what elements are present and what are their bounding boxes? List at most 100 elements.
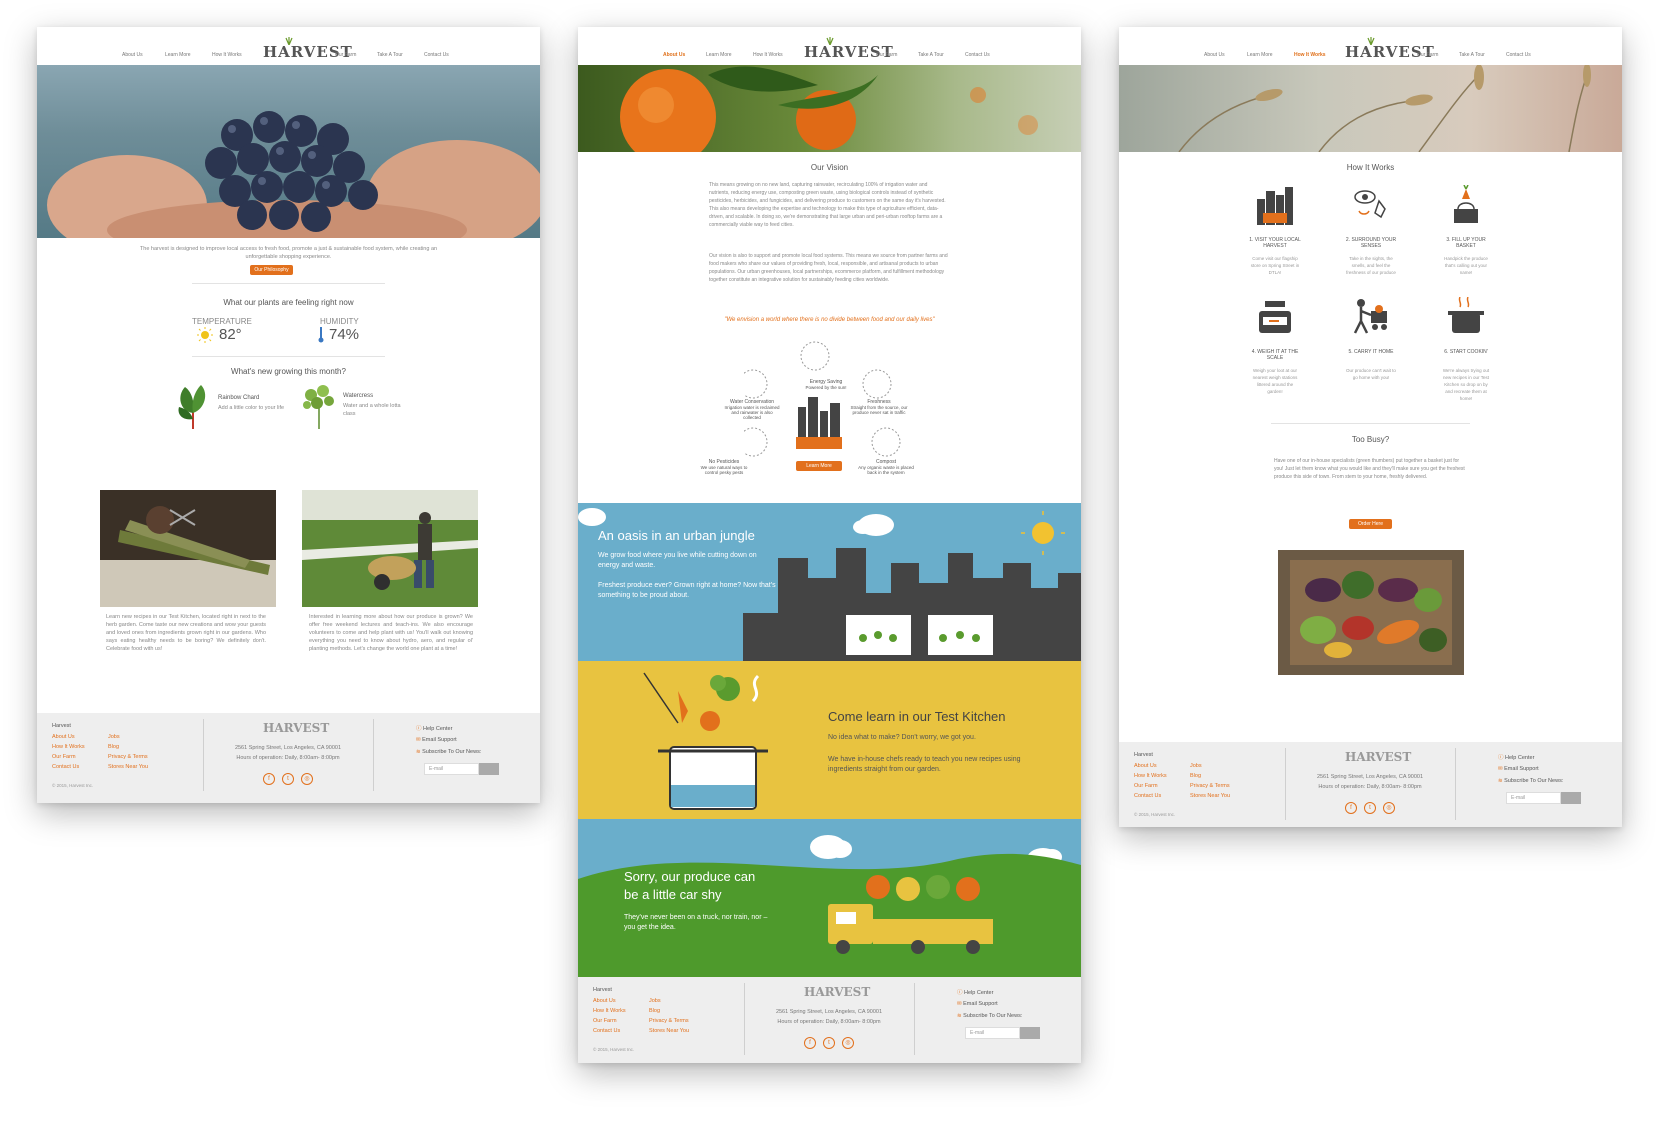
footer: Harvest About Us How It Works Our Farm C…: [1119, 742, 1622, 827]
nav-tour[interactable]: Take A Tour: [377, 52, 403, 58]
footer-link-blog[interactable]: Blog: [108, 742, 119, 752]
footer-link-how[interactable]: How It Works: [593, 1006, 626, 1016]
nav-about[interactable]: About Us: [1204, 52, 1225, 58]
nav-tour[interactable]: Take A Tour: [1459, 52, 1485, 58]
footer-link-about[interactable]: About Us: [1134, 761, 1157, 771]
help-center-link[interactable]: ⓘ Help Center: [416, 724, 452, 732]
footer-link-stores[interactable]: Stores Near You: [108, 762, 148, 772]
logo-text: HARVEST: [804, 43, 894, 61]
footer-link-about[interactable]: About Us: [52, 732, 75, 742]
harvest-logo[interactable]: HARVEST: [1345, 37, 1434, 61]
email-support-link[interactable]: ✉ Email Support: [416, 737, 457, 743]
subscribe-button[interactable]: [1020, 1027, 1040, 1039]
nav-about[interactable]: About Us: [122, 52, 143, 58]
twitter-icon[interactable]: t: [1364, 802, 1376, 814]
footer-brand: Harvest: [1134, 752, 1153, 758]
footer-link-contact[interactable]: Contact Us: [1134, 791, 1161, 801]
harvest-logo[interactable]: HARVEST: [804, 37, 894, 61]
nav-how[interactable]: How It Works: [212, 52, 242, 58]
facebook-icon[interactable]: f: [804, 1037, 816, 1049]
facebook-icon[interactable]: f: [263, 773, 275, 785]
urban-jungle-section: An oasis in an urban jungle We grow food…: [578, 503, 1081, 661]
vision-paragraph-2: Our vision is also to support and promot…: [709, 253, 948, 283]
footer-link-blog[interactable]: Blog: [1190, 771, 1201, 781]
footer-link-about[interactable]: About Us: [593, 996, 616, 1006]
nav-about[interactable]: About Us: [663, 52, 685, 58]
subscribe-button[interactable]: [1561, 792, 1581, 804]
nav-learn[interactable]: Learn More: [706, 52, 732, 58]
step3-title: 3. FILL UP YOUR BASKET: [1446, 237, 1486, 249]
nav-farm[interactable]: Our Farm: [1417, 52, 1438, 58]
nav-contact[interactable]: Contact Us: [1506, 52, 1531, 58]
vision-title: Our Vision: [810, 163, 849, 172]
how-it-works-page-mockup: About Us Learn More How It Works HARVEST…: [1119, 27, 1622, 827]
feature-pesticides-desc: We use natural ways to control pesky pes…: [700, 465, 748, 475]
footer-link-privacy[interactable]: Privacy & Terms: [1190, 781, 1230, 791]
footer-hours: Hours of operation: Daily, 8:00am- 8:00p…: [1318, 784, 1422, 790]
instagram-icon[interactable]: ◎: [301, 773, 313, 785]
nav-learn[interactable]: Learn More: [1247, 52, 1273, 58]
order-here-button[interactable]: Order Here: [1349, 519, 1392, 529]
philosophy-button[interactable]: Our Philosophy: [250, 265, 293, 275]
test-kitchen-section: Come learn in our Test Kitchen No idea w…: [578, 661, 1081, 819]
carry-home-icon: [1353, 299, 1387, 334]
nav-how[interactable]: How It Works: [1294, 52, 1326, 58]
email-input[interactable]: E-mail: [424, 763, 479, 775]
footer-brand: Harvest: [52, 723, 71, 729]
footer-hours: Hours of operation: Daily, 8:00am- 8:00p…: [777, 1019, 881, 1025]
instagram-icon[interactable]: ◎: [1383, 802, 1395, 814]
nav-tour[interactable]: Take A Tour: [918, 52, 944, 58]
footer-link-farm[interactable]: Our Farm: [1134, 781, 1158, 791]
step4-title: 4. WEIGH IT AT THE SCALE: [1251, 349, 1299, 361]
footer-link-blog[interactable]: Blog: [649, 1006, 660, 1016]
footer-link-farm[interactable]: Our Farm: [52, 752, 76, 762]
test-kitchen-p2: We have in-house chefs ready to teach yo…: [828, 756, 1021, 773]
footer-link-privacy[interactable]: Privacy & Terms: [108, 752, 148, 762]
step2-desc: Take in the sights, the smells, and feel…: [1346, 256, 1396, 275]
email-support-label: Email Support: [1504, 766, 1539, 772]
email-support-link[interactable]: ✉ Email Support: [1498, 766, 1539, 772]
footer-link-contact[interactable]: Contact Us: [52, 762, 79, 772]
harvest-logo[interactable]: HARVEST: [263, 37, 352, 61]
footer-logo: HARVEST: [1345, 750, 1412, 764]
footer-link-farm[interactable]: Our Farm: [593, 1016, 617, 1026]
learn-more-button[interactable]: Learn More: [796, 461, 842, 471]
copyright: © 2015, Harvest Inc.: [52, 783, 94, 788]
footer-link-contact[interactable]: Contact Us: [593, 1026, 620, 1036]
footer-link-jobs[interactable]: Jobs: [1190, 761, 1202, 771]
instagram-icon[interactable]: ◎: [842, 1037, 854, 1049]
email-input[interactable]: E-mail: [965, 1027, 1020, 1039]
email-input[interactable]: E-mail: [1506, 792, 1561, 804]
nav-contact[interactable]: Contact Us: [965, 52, 990, 58]
twitter-icon[interactable]: t: [823, 1037, 835, 1049]
rss-icon: ≋: [1498, 778, 1503, 784]
footer-link-jobs[interactable]: Jobs: [649, 996, 661, 1006]
twitter-icon[interactable]: t: [282, 773, 294, 785]
help-icon: ⓘ: [957, 990, 963, 996]
nav-farm[interactable]: Our Farm: [335, 52, 356, 58]
nav-contact[interactable]: Contact Us: [424, 52, 449, 58]
how-title: How It Works: [1346, 163, 1395, 172]
footer-link-how[interactable]: How It Works: [52, 742, 85, 752]
footer-link-jobs[interactable]: Jobs: [108, 732, 120, 742]
nav-learn[interactable]: Learn More: [165, 52, 191, 58]
email-support-link[interactable]: ✉ Email Support: [957, 1001, 998, 1007]
footer-link-how[interactable]: How It Works: [1134, 771, 1167, 781]
nav-how[interactable]: How It Works: [753, 52, 783, 58]
facebook-icon[interactable]: f: [1345, 802, 1357, 814]
thermometer-icon: [318, 327, 324, 343]
subscribe-button[interactable]: [479, 763, 499, 775]
footer-logo: HARVEST: [804, 985, 871, 999]
footer-link-stores[interactable]: Stores Near You: [1190, 791, 1230, 801]
help-center-link[interactable]: ⓘ Help Center: [957, 988, 993, 996]
email-support-label: Email Support: [422, 737, 457, 743]
footer-link-stores[interactable]: Stores Near You: [649, 1026, 689, 1036]
rss-icon: ≋: [416, 749, 421, 755]
temperature-label: TEMPERATURE: [192, 317, 252, 326]
intro-text: The harvest is designed to improve local…: [139, 246, 438, 260]
nav-farm[interactable]: Our Farm: [876, 52, 897, 58]
city-store-icon: [1257, 187, 1293, 225]
help-center-link[interactable]: ⓘ Help Center: [1498, 753, 1534, 761]
car-shy-paragraph: They've never been on a truck, nor train…: [624, 914, 768, 931]
footer-link-privacy[interactable]: Privacy & Terms: [649, 1016, 689, 1026]
